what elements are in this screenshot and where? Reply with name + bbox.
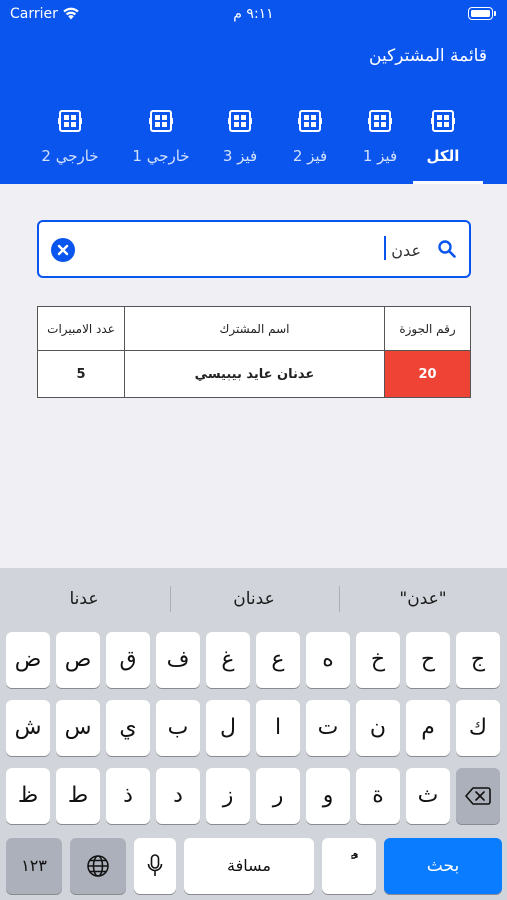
key[interactable]: ح [406,632,450,688]
active-tab-indicator [413,181,483,184]
subscribers-table: رقم الجوزة اسم المشترك عدد الامبيرات 20 … [37,306,471,398]
key[interactable]: ط [56,768,100,824]
keyboard: "عدن" عدنان عدنا ض ص ق ف غ ع ه خ ح ج ش س… [0,568,507,900]
key[interactable]: د [156,768,200,824]
fuse-box-icon [431,110,455,132]
cell-jawza-number: 20 [384,350,471,398]
key[interactable]: ض [6,632,50,688]
tab-bar: الكل فيز 1 فيز 2 فيز 3 خارجي 1 خارجي 2 [0,100,507,184]
column-header-name: اسم المشترك [124,306,385,351]
tab-label: فيز 3 [222,147,258,165]
table-header-row: رقم الجوزة اسم المشترك عدد الامبيرات [37,306,471,351]
key[interactable]: ذ [106,768,150,824]
suggestion-divider [170,586,171,612]
key[interactable]: ا [256,700,300,756]
suggestion-bar: "عدن" عدنان عدنا [0,568,507,630]
tab-label: فيز 1 [362,147,398,165]
key[interactable]: ن [356,700,400,756]
search-input[interactable] [101,236,421,264]
page-title: قائمة المشتركين [369,46,487,66]
backspace-key[interactable] [456,768,500,824]
key[interactable]: ر [256,768,300,824]
key[interactable]: ل [206,700,250,756]
fuse-box-icon [149,110,173,132]
key[interactable]: ق [106,632,150,688]
battery-icon [468,7,496,20]
key[interactable]: ي [106,700,150,756]
tab-external-1[interactable]: خارجي 1 [121,100,201,184]
table-row[interactable]: 20 عدنان عايد بيبيسي 5 [37,350,471,398]
tab-phase-2[interactable]: فيز 2 [270,100,350,184]
key[interactable]: ك [456,700,500,756]
diacritics-key[interactable]: ًٌ [322,838,376,894]
column-header-jawza: رقم الجوزة [384,306,471,351]
key[interactable]: س [56,700,100,756]
microphone-icon [147,854,163,876]
clear-search-button[interactable] [51,238,75,262]
key[interactable]: ع [256,632,300,688]
tab-phase-1[interactable]: فيز 1 [340,100,420,184]
key[interactable]: ص [56,632,100,688]
key[interactable]: ف [156,632,200,688]
space-key[interactable]: مسافة [184,838,314,894]
key[interactable]: م [406,700,450,756]
suggestion-item[interactable]: "عدن" [339,568,507,630]
key[interactable]: غ [206,632,250,688]
status-bar: Carrier ٩:١١ م [0,0,507,30]
search-box [37,220,471,278]
suggestion-item[interactable]: عدنان [170,568,338,630]
globe-key[interactable] [70,838,126,894]
key[interactable]: ة [356,768,400,824]
fuse-box-icon [368,110,392,132]
tab-label: خارجي 1 [132,147,190,165]
tab-external-2[interactable]: خارجي 2 [30,100,110,184]
tab-label: خارجي 2 [41,147,99,165]
key[interactable]: ت [306,700,350,756]
backspace-icon [465,787,491,805]
globe-icon [87,855,109,877]
cell-amps: 5 [37,350,125,398]
key[interactable]: ز [206,768,250,824]
search-icon [438,240,456,258]
key[interactable]: ظ [6,768,50,824]
column-header-amps: عدد الامبيرات [37,306,125,351]
suggestion-item[interactable]: عدنا [0,568,168,630]
fuse-box-icon [58,110,82,132]
cell-subscriber-name: عدنان عايد بيبيسي [124,350,385,398]
fuse-box-icon [298,110,322,132]
numbers-key[interactable]: ١٢٣ [6,838,62,894]
suggestion-divider [339,586,340,612]
key[interactable]: ه [306,632,350,688]
dictation-key[interactable] [134,838,176,894]
tab-label: فيز 2 [292,147,328,165]
key[interactable]: خ [356,632,400,688]
text-cursor [384,236,386,260]
status-time: ٩:١١ م [233,6,274,22]
fuse-box-icon [228,110,252,132]
tab-phase-3[interactable]: فيز 3 [200,100,280,184]
key[interactable]: ب [156,700,200,756]
app-header: Carrier ٩:١١ م قائمة المشتركين الكل فيز … [0,0,507,184]
key[interactable]: و [306,768,350,824]
key[interactable]: ش [6,700,50,756]
search-key[interactable]: بحث [384,838,502,894]
key[interactable]: ث [406,768,450,824]
key[interactable]: ج [456,632,500,688]
close-icon [57,244,69,256]
